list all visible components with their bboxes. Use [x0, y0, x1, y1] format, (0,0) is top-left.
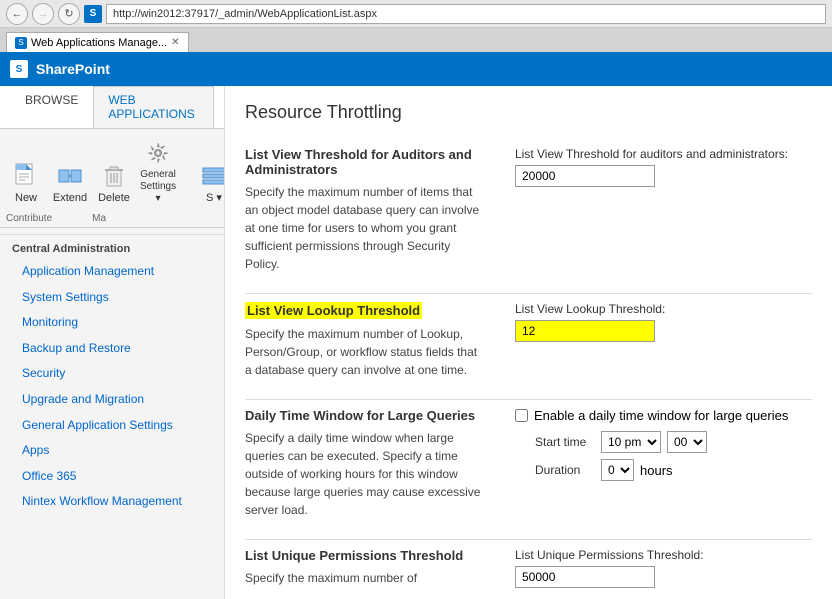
sidebar-item-apps[interactable]: Apps [0, 438, 224, 464]
new-label: New [15, 192, 37, 205]
unique-threshold-input[interactable] [515, 566, 655, 588]
delete-icon [98, 160, 130, 192]
unique-desc: Specify the maximum number of [245, 569, 485, 587]
lookup-title: List View Lookup Threshold [245, 302, 422, 319]
sidebar-item-backup-restore[interactable]: Backup and Restore [0, 336, 224, 362]
new-icon [10, 160, 42, 192]
ribbon-content: New Extend Delete [0, 129, 224, 213]
daily-title: Daily Time Window for Large Queries [245, 408, 485, 423]
tab-close-button[interactable]: ✕ [171, 37, 179, 48]
lookup-section-left: List View Lookup Threshold Specify the m… [245, 302, 485, 379]
section-divider-1 [245, 293, 812, 294]
duration-row: Duration 0 hours [515, 459, 812, 481]
section-divider-2 [245, 399, 812, 400]
back-button[interactable]: ← [6, 3, 28, 25]
start-time-row: Start time 10 pm 00 [515, 431, 812, 453]
tab-icon: S [15, 37, 27, 49]
refresh-button[interactable]: ↻ [58, 3, 80, 25]
start-time-hour-select[interactable]: 10 pm [601, 431, 661, 453]
unique-section-right: List Unique Permissions Threshold: [515, 548, 812, 588]
sidebar-item-nintex[interactable]: Nintex Workflow Management [0, 489, 224, 515]
sidebar: BROWSE WEB APPLICATIONS New [0, 86, 225, 599]
browser-chrome: ← → ↻ S http://win2012:37917/_admin/WebA… [0, 0, 832, 28]
start-time-label: Start time [535, 435, 595, 449]
main-content: Resource Throttling List View Threshold … [225, 86, 832, 599]
auditors-field-label: List View Threshold for auditors and adm… [515, 147, 812, 161]
hours-label: hours [640, 463, 673, 478]
general-settings-button[interactable]: GeneralSettings ▾ [138, 133, 178, 209]
auditors-threshold-input[interactable] [515, 165, 655, 187]
sidebar-item-office365[interactable]: Office 365 [0, 464, 224, 490]
auditors-title: List View Threshold for Auditors and Adm… [245, 147, 485, 177]
sp-title: SharePoint [36, 61, 110, 77]
site-icon: S [84, 5, 102, 23]
manage-group-label: Ma [92, 213, 106, 224]
tab-browse[interactable]: BROWSE [10, 86, 93, 128]
app-container: S SharePoint BROWSE WEB APPLICATIONS [0, 52, 832, 599]
general-settings-label: GeneralSettings ▾ [140, 169, 176, 205]
tab-bar: S Web Applications Manage... ✕ [0, 28, 832, 52]
delete-button[interactable]: Delete [94, 156, 134, 209]
auditors-section-left: List View Threshold for Auditors and Adm… [245, 147, 485, 273]
contribute-group-label: Contribute [6, 213, 52, 224]
unique-title: List Unique Permissions Threshold [245, 548, 485, 563]
manage-button[interactable]: S ▾ [194, 156, 225, 209]
sidebar-item-security[interactable]: Security [0, 361, 224, 387]
lookup-section: List View Lookup Threshold Specify the m… [245, 302, 812, 379]
auditors-desc: Specify the maximum number of items that… [245, 183, 485, 273]
sidebar-item-monitoring[interactable]: Monitoring [0, 310, 224, 336]
unique-field-label: List Unique Permissions Threshold: [515, 548, 812, 562]
start-time-minute-select[interactable]: 00 [667, 431, 707, 453]
page-content-area: Resource Throttling List View Threshold … [225, 86, 832, 599]
unique-section: List Unique Permissions Threshold Specif… [245, 548, 812, 588]
sp-logo-icon: S [10, 60, 28, 78]
auditors-section: List View Threshold for Auditors and Adm… [245, 147, 812, 273]
enable-daily-label: Enable a daily time window for large que… [534, 408, 788, 423]
daily-section-left: Daily Time Window for Large Queries Spec… [245, 408, 485, 519]
duration-select[interactable]: 0 [601, 459, 634, 481]
manage-label: S ▾ [206, 192, 222, 205]
gear-icon [142, 137, 174, 169]
duration-label: Duration [535, 463, 595, 477]
sidebar-item-application-management[interactable]: Application Management [0, 259, 224, 285]
central-admin-header: Central Administration [0, 234, 224, 259]
lookup-threshold-input[interactable] [515, 320, 655, 342]
extend-label: Extend [53, 192, 87, 205]
section-divider-3 [245, 539, 812, 540]
tab-web-applications[interactable]: WEB APPLICATIONS [93, 86, 214, 128]
sidebar-item-upgrade-migration[interactable]: Upgrade and Migration [0, 387, 224, 413]
extend-icon [54, 160, 86, 192]
ribbon-tabs: BROWSE WEB APPLICATIONS [0, 86, 224, 129]
lookup-desc: Specify the maximum number of Lookup, Pe… [245, 325, 485, 379]
daily-section: Daily Time Window for Large Queries Spec… [245, 408, 812, 519]
ribbon-group-labels: Contribute Ma [0, 213, 224, 227]
daily-section-right: Enable a daily time window for large que… [515, 408, 812, 519]
lookup-field-label: List View Lookup Threshold: [515, 302, 812, 316]
new-button[interactable]: New [6, 156, 46, 209]
ribbon: BROWSE WEB APPLICATIONS New [0, 86, 224, 228]
daily-desc: Specify a daily time window when large q… [245, 429, 485, 519]
delete-label: Delete [98, 192, 130, 205]
auditors-section-right: List View Threshold for auditors and adm… [515, 147, 812, 273]
page-title: Resource Throttling [245, 102, 812, 131]
sidebar-nav: Central Administration Application Manag… [0, 228, 224, 521]
unique-section-left: List Unique Permissions Threshold Specif… [245, 548, 485, 588]
lookup-section-right: List View Lookup Threshold: [515, 302, 812, 379]
address-bar[interactable]: http://win2012:37917/_admin/WebApplicati… [106, 4, 826, 24]
content-area: BROWSE WEB APPLICATIONS New [0, 86, 832, 599]
url-text: http://win2012:37917/_admin/WebApplicati… [113, 8, 377, 20]
manage-icon [198, 160, 225, 192]
forward-button[interactable]: → [32, 3, 54, 25]
extend-button[interactable]: Extend [50, 156, 90, 209]
enable-daily-checkbox[interactable] [515, 409, 528, 422]
sidebar-item-general-app-settings[interactable]: General Application Settings [0, 413, 224, 439]
sidebar-item-system-settings[interactable]: System Settings [0, 285, 224, 311]
sharepoint-header: S SharePoint [0, 52, 832, 86]
active-tab[interactable]: S Web Applications Manage... ✕ [6, 32, 189, 52]
tab-title: Web Applications Manage... [31, 37, 167, 49]
enable-daily-row: Enable a daily time window for large que… [515, 408, 812, 423]
